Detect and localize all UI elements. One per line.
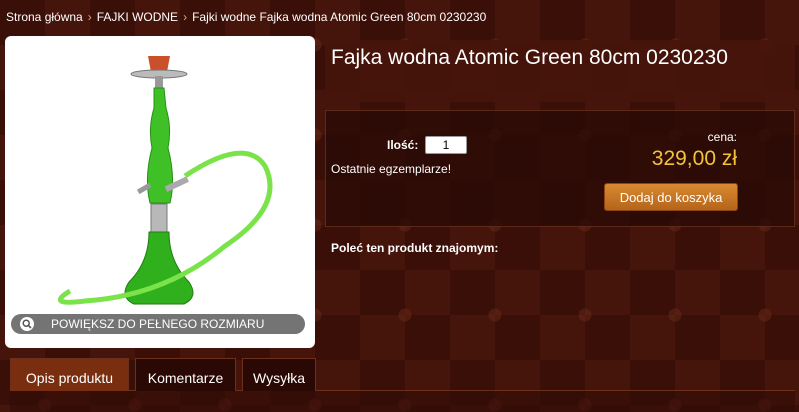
separator-icon: ›: [183, 10, 188, 24]
product-image[interactable]: POWIĘKSZ DO PEŁNEGO ROZMIARU: [5, 36, 315, 348]
breadcrumb: Strona główna › FAJKI WODNE › Fajki wodne Fa…: [6, 10, 486, 24]
breadcrumb-home[interactable]: Strona główna: [6, 10, 83, 24]
buy-box: Ilość: 1 Ostatnie egzemplarze! cena: 329…: [325, 110, 795, 227]
breadcrumb-subcategory[interactable]: Fajki wodne: [192, 10, 256, 24]
tab-comments[interactable]: Komentarze: [135, 358, 236, 391]
hookah-image: [57, 56, 273, 305]
price-label: cena:: [707, 130, 737, 144]
product-tabs: Opis produktu Komentarze Wysyłka: [0, 358, 799, 412]
zoom-button[interactable]: POWIĘKSZ DO PEŁNEGO ROZMIARU: [11, 314, 305, 334]
zoom-label: POWIĘKSZ DO PEŁNEGO ROZMIARU: [51, 317, 265, 331]
separator-icon: ›: [87, 10, 92, 24]
quantity-input[interactable]: 1: [425, 136, 467, 154]
tab-panel: [10, 391, 795, 412]
price-value: 329,00 zł: [651, 147, 737, 170]
tab-shipping[interactable]: Wysyłka: [242, 358, 316, 391]
add-to-cart-button[interactable]: Dodaj do koszyka: [604, 183, 738, 211]
quantity-label: Ilość:: [387, 138, 419, 152]
tab-description[interactable]: Opis produktu: [10, 358, 129, 391]
magnifier-icon: [20, 317, 34, 331]
breadcrumb-current: Fajka wodna Atomic Green 80cm 0230230: [259, 10, 487, 24]
breadcrumb-category[interactable]: FAJKI WODNE: [97, 10, 178, 24]
product-title-box: Fajka wodna Atomic Green 80cm 0230230: [325, 40, 795, 102]
stock-note: Ostatnie egzemplarze!: [331, 162, 452, 176]
recommend-label: Poleć ten produkt znajomym:: [331, 241, 499, 255]
product-title: Fajka wodna Atomic Green 80cm 0230230: [331, 46, 728, 69]
